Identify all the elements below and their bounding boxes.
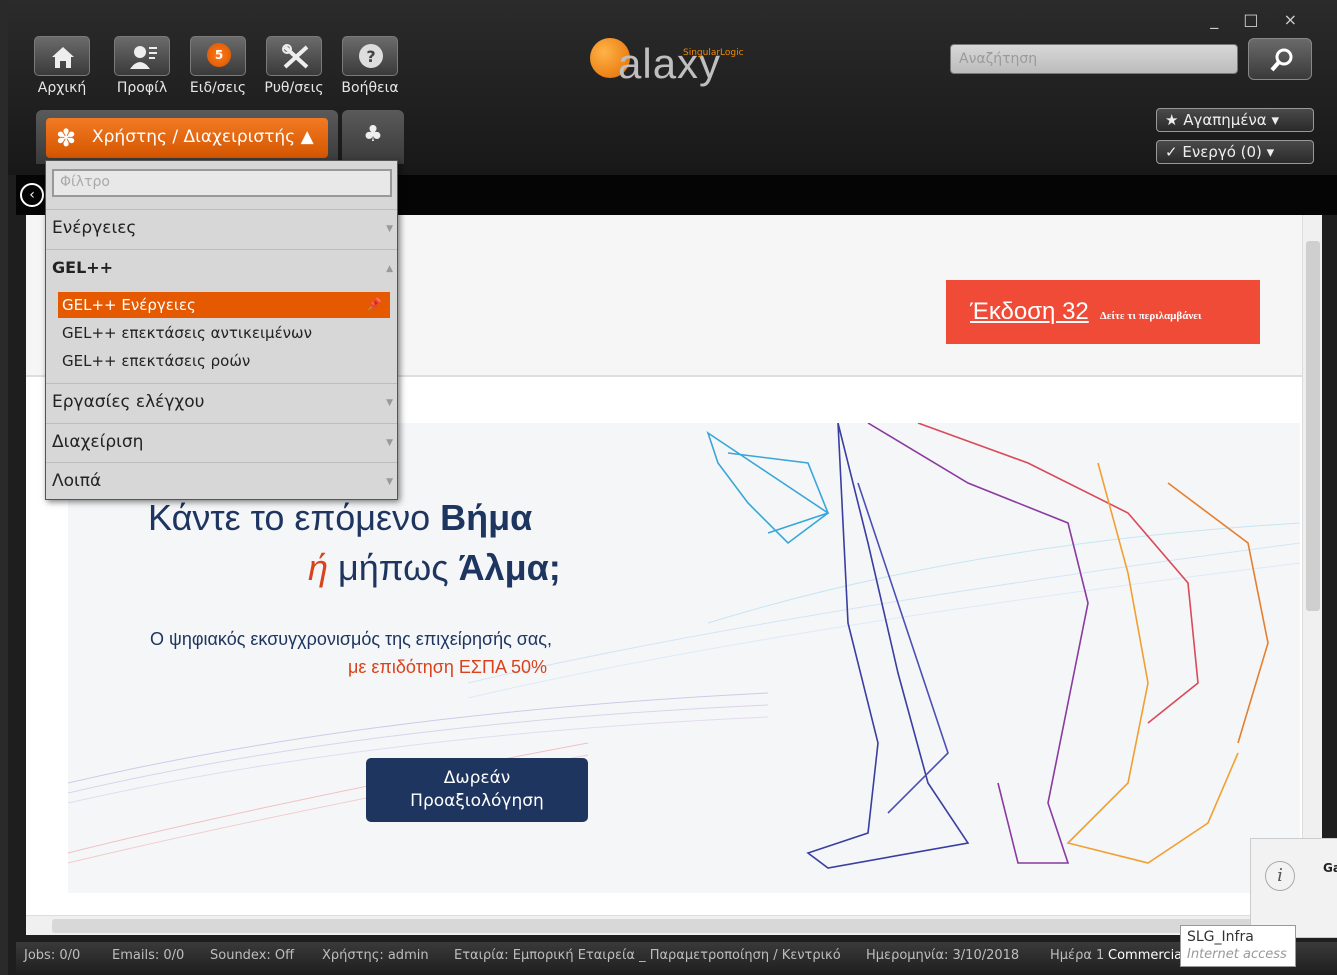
menu-item-label: GEL++ επεκτάσεις αντικειμένων <box>62 324 312 342</box>
tooltip: SLG_Infra Internet access <box>1180 925 1296 967</box>
pin-icon[interactable]: 📌 <box>367 297 382 311</box>
settings-button[interactable]: Ρυθ/σεις <box>260 36 328 102</box>
tooltip-title: SLG_Infra <box>1187 929 1254 945</box>
vertical-scroll-thumb[interactable] <box>1306 241 1320 611</box>
favorites-dropdown[interactable]: ★ Αγαπημένα ▾ <box>1156 108 1314 132</box>
free-assessment-button[interactable]: Δωρεάν Προαξιολόγηση <box>366 758 588 822</box>
menu-section-other[interactable]: Λοιπά ▼ <box>46 462 397 500</box>
status-emails: Emails: 0/0 <box>112 948 185 963</box>
role-selector[interactable]: ✽ Χρήστης / Διαχειριστής ▲ <box>46 118 328 158</box>
status-commercial: Commercia <box>1108 948 1183 963</box>
status-jobs: Jobs: 0/0 <box>24 948 81 963</box>
cta-line-1: Δωρεάν <box>443 768 511 788</box>
status-day: Ημέρα 1 <box>1050 948 1105 963</box>
filter-input[interactable]: Φίλτρο <box>52 169 392 197</box>
headline-emphasis: Βήμα <box>440 497 533 538</box>
headline-text-2: μήπως <box>328 547 459 588</box>
section-label: GEL++ <box>52 258 114 277</box>
menu-item-gel-actions[interactable]: GEL++ Ενέργειες 📌 <box>58 292 390 318</box>
horizontal-scroll-thumb[interactable] <box>52 919 1282 933</box>
plugins-tab[interactable]: ♣ <box>342 110 404 164</box>
menu-item-label: GEL++ Ενέργειες <box>62 296 196 314</box>
back-arrow-icon[interactable]: ‹ <box>20 183 44 207</box>
section-label: Ενέργειες <box>52 218 137 238</box>
help-icon: ? <box>359 44 383 68</box>
window-controls[interactable]: _ □ × <box>1210 10 1307 29</box>
headline-line-2: ή μήπως Άλμα; <box>308 547 561 589</box>
menu-section-control-tasks[interactable]: Εργασίες ελέγχου ▼ <box>46 383 397 421</box>
help-button[interactable]: ? Βοήθεια <box>336 36 404 102</box>
active-dropdown[interactable]: ✓ Ενεργό (0) ▾ <box>1156 140 1314 164</box>
cta-line-2: Προαξιολόγηση <box>410 791 544 811</box>
search-button[interactable] <box>1248 38 1312 80</box>
chevron-down-icon: ▼ <box>386 224 393 234</box>
user-card-icon <box>130 46 157 69</box>
home-label: Αρχική <box>37 80 87 96</box>
search-icon <box>1270 48 1293 72</box>
search-input[interactable]: Αναζήτηση <box>950 44 1238 74</box>
menu-section-gel[interactable]: GEL++ ▲ <box>46 249 397 287</box>
headline-or: ή <box>308 547 328 588</box>
menu-item-gel-object-extensions[interactable]: GEL++ επεκτάσεις αντικειμένων <box>58 320 390 346</box>
notification-popup[interactable]: i Ga <box>1250 838 1337 938</box>
notification-title: Ga <box>1323 861 1337 875</box>
settings-label: Ρυθ/σεις <box>264 80 324 96</box>
menu-item-label: GEL++ επεκτάσεις ροών <box>62 352 251 370</box>
top-toolbar: _ □ × Αρχική Προφίλ 5 Ειδ/σεις Ρυθ/σεις … <box>8 0 1337 175</box>
vertical-scrollbar[interactable] <box>1302 215 1322 915</box>
chevron-down-icon: ▼ <box>386 438 393 448</box>
status-bar: Jobs: 0/0 Emails: 0/0 Soundex: Off Χρήστ… <box>16 942 1337 975</box>
menu-section-management[interactable]: Διαχείριση ▼ <box>46 423 397 461</box>
app-window: _ □ × Αρχική Προφίλ 5 Ειδ/σεις Ρυθ/σεις … <box>0 0 1337 975</box>
horizontal-scrollbar[interactable] <box>26 915 1302 935</box>
status-user: Χρήστης: admin <box>322 948 429 963</box>
help-label: Βοήθεια <box>341 80 399 96</box>
version-label: Έκδοση 32 <box>970 298 1089 325</box>
banner-subtitle: Ο ψηφιακός εκσυγχρονισμός της επιχείρησή… <box>150 629 552 649</box>
section-label: Διαχείριση <box>52 432 144 452</box>
tooltip-subtitle: Internet access <box>1187 947 1287 962</box>
home-icon <box>52 47 74 68</box>
role-tab[interactable]: ✽ Χρήστης / Διαχειριστής ▲ <box>36 110 338 164</box>
chevron-up-icon: ▲ <box>386 264 393 274</box>
chevron-down-icon: ▼ <box>386 398 393 408</box>
notifications-badge: 5 <box>207 43 231 67</box>
menu-section-actions[interactable]: Ενέργειες ▼ <box>46 209 397 247</box>
tools-icon <box>282 44 309 69</box>
svg-text:?: ? <box>366 47 375 66</box>
status-soundex: Soundex: Off <box>210 948 295 963</box>
notifications-label: Ειδ/σεις <box>189 80 247 96</box>
headline-text: Κάντε το επόμενο <box>148 497 441 538</box>
role-label: Χρήστης / Διαχειριστής ▲ <box>92 127 314 147</box>
version-sub: Δείτε τι περιλαμβάνει <box>1099 310 1202 322</box>
menu-item-gel-flow-extensions[interactable]: GEL++ επεκτάσεις ροών <box>58 348 390 374</box>
banner-subsidy: με επιδότηση ΕΣΠΑ 50% <box>348 657 548 677</box>
profile-label: Προφίλ <box>116 80 168 96</box>
role-menu: Φίλτρο Ενέργειες ▼ GEL++ ▲ GEL++ Ενέργειες… <box>45 160 398 500</box>
gears-icon: ✽ <box>56 124 77 152</box>
info-icon: i <box>1265 861 1295 891</box>
headline-line-1: Κάντε το επόμενο Βήμα <box>148 497 532 539</box>
profile-button[interactable]: Προφίλ <box>108 36 176 102</box>
section-label: Λοιπά <box>52 471 102 491</box>
logo-brand: SingularLogic <box>683 48 744 58</box>
notifications-button[interactable]: 5 Ειδ/σεις <box>184 36 252 102</box>
status-company: Εταιρία: Εμπορική Εταιρεία _ Παραμετροπο… <box>454 948 841 963</box>
galaxy-logo: alaxy SingularLogic <box>588 34 778 90</box>
status-date: Ημερομηνία: 3/10/2018 <box>866 948 1020 963</box>
section-label: Εργασίες ελέγχου <box>52 392 205 412</box>
home-button[interactable]: Αρχική <box>28 36 96 102</box>
puzzle-icon: ♣ <box>363 122 383 147</box>
headline-emphasis-2: Άλμα; <box>458 547 561 588</box>
chevron-down-icon: ▼ <box>386 477 393 487</box>
version-button[interactable]: Έκδοση 32 Δείτε τι περιλαμβάνει <box>946 280 1260 344</box>
